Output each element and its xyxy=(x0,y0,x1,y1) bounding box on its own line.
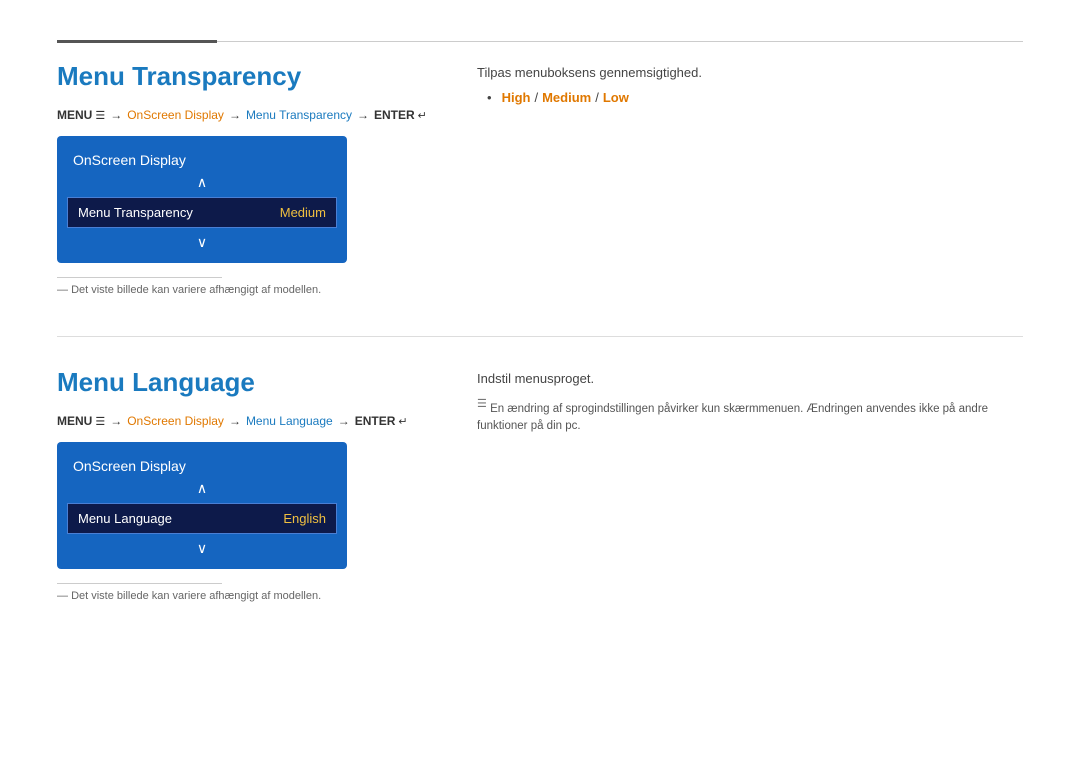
section1-note-divider xyxy=(57,277,222,278)
section2-osd-box: OnScreen Display ∧ Menu Language English… xyxy=(57,442,347,569)
page-container: Menu Transparency MENU ☰ → OnScreen Disp… xyxy=(0,0,1080,682)
section1-osd-row: Menu Transparency Medium xyxy=(67,197,337,228)
section1-up-arrow: ∧ xyxy=(57,172,347,197)
breadcrumb-arrow2: → xyxy=(229,108,241,122)
note-icon: ☰ xyxy=(477,398,487,410)
section2-note-divider xyxy=(57,583,222,584)
section1-down-arrow: ∨ xyxy=(57,228,347,253)
breadcrumb-arrow3: → xyxy=(357,108,369,122)
breadcrumb-link2: Menu Transparency xyxy=(246,108,352,122)
breadcrumb-enter-icon: ↵ xyxy=(418,109,427,122)
section2-breadcrumb: MENU ☰ → OnScreen Display → Menu Languag… xyxy=(57,414,477,428)
section2-breadcrumb-arrow2: → xyxy=(229,414,241,428)
section1-options: • High / Medium / Low xyxy=(487,90,1023,105)
divider-thick xyxy=(57,40,217,43)
breadcrumb-enter: ENTER xyxy=(374,108,415,122)
section2-up-arrow: ∧ xyxy=(57,478,347,503)
section1-bullet: • xyxy=(487,90,492,105)
section-menu-language: Menu Language MENU ☰ → OnScreen Display … xyxy=(57,367,1023,602)
section-menu-transparency: Menu Transparency MENU ☰ → OnScreen Disp… xyxy=(57,61,1023,296)
section2-breadcrumb-arrow1: → xyxy=(110,414,122,428)
section1-opt-medium: Medium xyxy=(542,90,591,105)
section2-breadcrumb-menu: MENU xyxy=(57,414,92,428)
section1-opt-low: Low xyxy=(603,90,629,105)
section1-osd-title: OnScreen Display xyxy=(57,146,347,172)
section1-row-label: Menu Transparency xyxy=(78,205,193,220)
section2-breadcrumb-link1: OnScreen Display xyxy=(127,414,224,428)
sections-divider xyxy=(57,336,1023,337)
breadcrumb-menu: MENU xyxy=(57,108,92,122)
section1-osd-box: OnScreen Display ∧ Menu Transparency Med… xyxy=(57,136,347,263)
section2-left: Menu Language MENU ☰ → OnScreen Display … xyxy=(57,367,477,602)
divider-thin xyxy=(217,41,1023,42)
section2-image-note: Det viste billede kan variere afhængigt … xyxy=(57,590,477,602)
section2-note: ☰ En ændring af sprogindstillingen påvir… xyxy=(477,396,1023,435)
section1-description: Tilpas menuboksens gennemsigtighed. xyxy=(477,65,1023,80)
section2-breadcrumb-enter: ENTER xyxy=(355,414,396,428)
section2-breadcrumb-arrow3: → xyxy=(338,414,350,428)
section2-two-col: Menu Language MENU ☰ → OnScreen Display … xyxy=(57,367,1023,602)
section2-description: Indstil menusproget. xyxy=(477,371,1023,386)
breadcrumb-menu-icon: ☰ xyxy=(95,109,105,122)
section1-left: Menu Transparency MENU ☰ → OnScreen Disp… xyxy=(57,61,477,296)
section1-slash2: / xyxy=(595,90,599,105)
section2-breadcrumb-link2: Menu Language xyxy=(246,414,333,428)
section2-breadcrumb-menu-icon: ☰ xyxy=(95,415,105,428)
section2-note-text: En ændring af sprogindstillingen påvirke… xyxy=(477,403,988,432)
section2-title: Menu Language xyxy=(57,367,477,398)
section1-opt-high: High xyxy=(502,90,531,105)
section2-right: Indstil menusproget. ☰ En ændring af spr… xyxy=(477,367,1023,602)
section2-osd-title: OnScreen Display xyxy=(57,452,347,478)
section1-two-col: Menu Transparency MENU ☰ → OnScreen Disp… xyxy=(57,61,1023,296)
section2-osd-row: Menu Language English xyxy=(67,503,337,534)
breadcrumb-arrow1: → xyxy=(110,108,122,122)
section2-row-label: Menu Language xyxy=(78,511,172,526)
section1-breadcrumb: MENU ☰ → OnScreen Display → Menu Transpa… xyxy=(57,108,477,122)
section2-down-arrow: ∨ xyxy=(57,534,347,559)
section1-image-note: Det viste billede kan variere afhængigt … xyxy=(57,284,477,296)
section1-right: Tilpas menuboksens gennemsigtighed. • Hi… xyxy=(477,61,1023,296)
section2-breadcrumb-enter-icon: ↵ xyxy=(398,415,407,428)
section1-title: Menu Transparency xyxy=(57,61,477,92)
top-divider xyxy=(57,40,1023,43)
section2-row-value: English xyxy=(283,511,326,526)
section1-slash1: / xyxy=(534,90,538,105)
section1-row-value: Medium xyxy=(280,205,326,220)
breadcrumb-link1: OnScreen Display xyxy=(127,108,224,122)
